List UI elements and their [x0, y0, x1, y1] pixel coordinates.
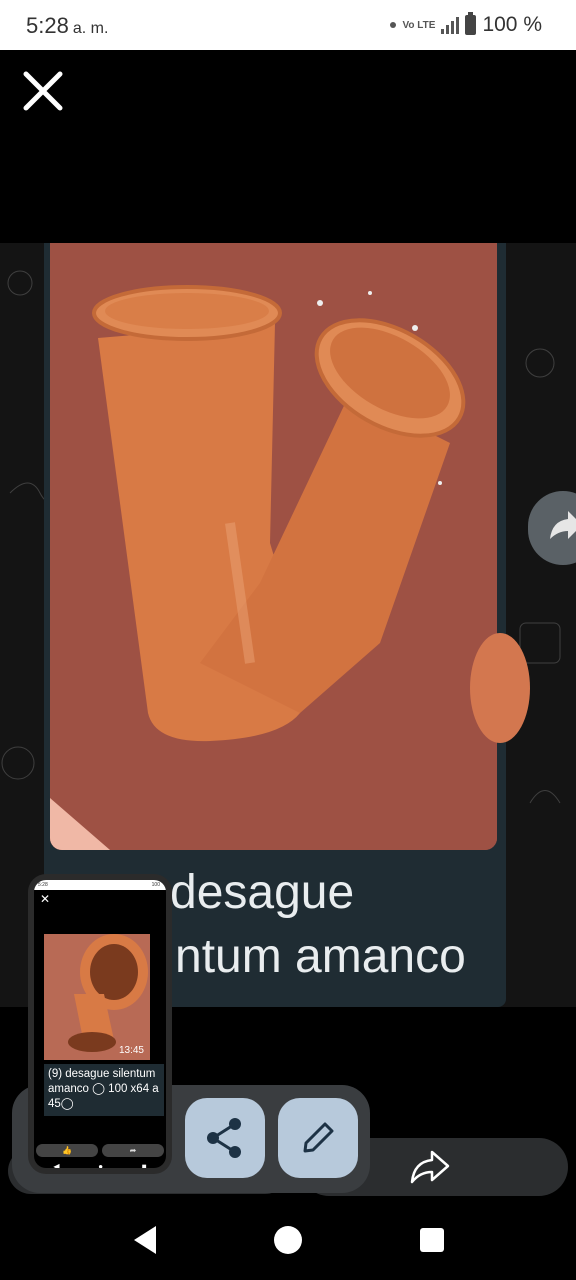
- home-icon[interactable]: [274, 1226, 302, 1254]
- thumbnail-photo: 13:45: [44, 934, 150, 1060]
- thumbnail-status-bar: 5:28 100: [34, 880, 166, 890]
- thumbnail-time: 13:45: [118, 1045, 144, 1056]
- partial-pipe-image: [470, 633, 530, 743]
- screenshot-thumbnail[interactable]: 5:28 100 ✕ 13:45 (9) desague silentum ama…: [28, 874, 172, 1174]
- thumbnail-close-icon: ✕: [40, 892, 51, 906]
- thumbnail-like-icon: 👍: [36, 1144, 98, 1157]
- forward-icon: [550, 511, 576, 539]
- forward-side-button[interactable]: [528, 491, 576, 565]
- signal-icon: [441, 16, 460, 34]
- thumbnail-caption: (9) desague silentum amanco ◯ 100 x64 a …: [44, 1064, 164, 1116]
- pencil-icon: [303, 1122, 334, 1153]
- system-nav-bar: [0, 1200, 576, 1280]
- share-icon: [207, 1118, 241, 1158]
- thumbnail-nav: ◀ ● ■: [53, 1162, 147, 1168]
- edit-button[interactable]: [278, 1098, 358, 1178]
- battery-percent: 100 %: [482, 13, 542, 36]
- back-icon[interactable]: [130, 1224, 160, 1256]
- battery-icon: [465, 12, 477, 35]
- pipe-elbow-image: [44, 934, 150, 1060]
- thumbnail-screen: 5:28 100 ✕ 13:45 (9) desague silentum ama…: [34, 880, 166, 1168]
- share-button[interactable]: [185, 1098, 265, 1178]
- thumbnail-forward-icon: ➦: [102, 1144, 164, 1157]
- close-icon: [23, 71, 63, 111]
- close-button[interactable]: [20, 68, 66, 114]
- recents-icon[interactable]: [420, 1228, 444, 1252]
- product-photo[interactable]: [50, 243, 497, 850]
- status-time: 5:28 a. m.: [26, 13, 109, 38]
- volte-icon: Vo LTE: [402, 19, 436, 31]
- notification-dot-icon: [390, 22, 397, 28]
- status-indicators: Vo LTE 100 %: [390, 12, 542, 37]
- pipe-y-fitting-image: [50, 243, 497, 850]
- status-bar: 5:28 a. m. Vo LTE 100 %: [0, 0, 576, 50]
